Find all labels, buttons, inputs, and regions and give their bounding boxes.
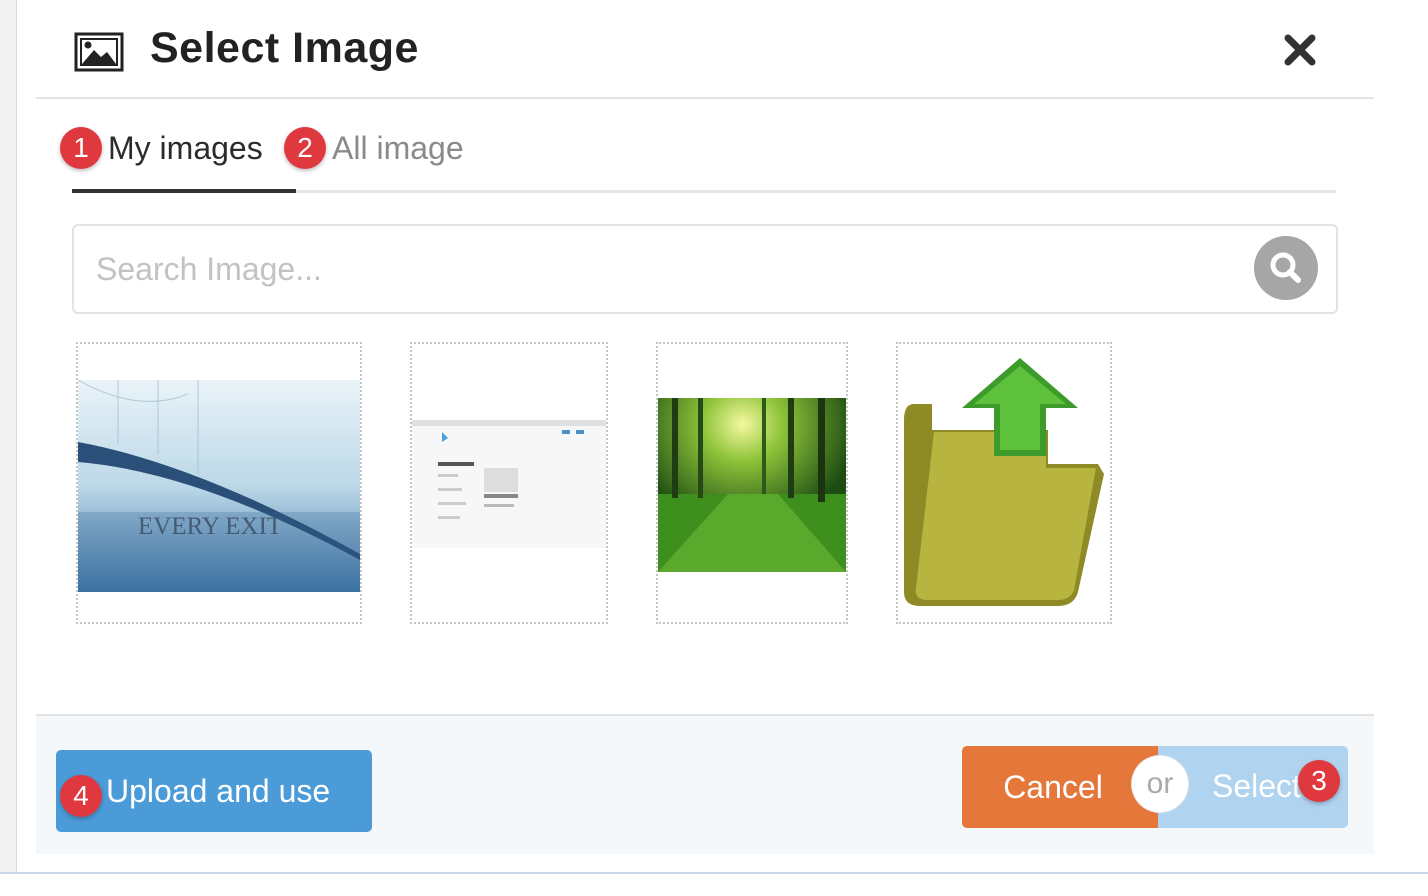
tab-bar: 1 My images 2 All image: [60, 110, 1336, 193]
select-badge: 3: [1298, 760, 1340, 802]
tab-label: My images: [108, 129, 263, 166]
tab-badge: 1: [60, 127, 102, 169]
webpage-screenshot: [412, 420, 606, 548]
image-thumb-bridge[interactable]: EVERY EXIT: [76, 342, 362, 624]
or-separator: or: [1132, 756, 1188, 812]
bridge-photo: EVERY EXIT: [78, 379, 360, 592]
tab-my-images[interactable]: 1 My images: [60, 118, 263, 178]
tab-all-image[interactable]: 2 All image: [284, 118, 464, 178]
dialog-footer: 4 Upload and use Cancel Select 3 or: [36, 714, 1374, 854]
select-label: Select: [1212, 768, 1301, 804]
search-box: [72, 224, 1338, 314]
upload-and-use-button[interactable]: 4 Upload and use: [56, 750, 372, 832]
image-icon: [74, 32, 124, 72]
search-button[interactable]: [1254, 236, 1318, 300]
upload-badge: 4: [60, 775, 102, 817]
active-tab-indicator: [72, 189, 296, 193]
image-thumb-folder[interactable]: [896, 342, 1112, 624]
upload-label: Upload and use: [106, 772, 331, 809]
cancel-button[interactable]: Cancel: [962, 746, 1158, 828]
dialog-header: Select Image: [36, 0, 1374, 99]
select-image-dialog: Select Image 1 My images 2 All image Sea…: [36, 0, 1374, 870]
image-thumb-webpage[interactable]: [410, 342, 608, 624]
bottom-border: [0, 872, 1428, 896]
dialog-title: Select Image: [150, 24, 419, 72]
forest-photo: [658, 398, 846, 572]
cancel-label: Cancel: [1003, 768, 1103, 805]
image-thumb-forest[interactable]: [656, 342, 848, 624]
close-icon[interactable]: [1280, 30, 1320, 70]
search-input[interactable]: [94, 238, 1238, 300]
search-icon: [1270, 252, 1301, 283]
folder-upload-icon: [904, 358, 1104, 606]
tab-badge: 2: [284, 127, 326, 169]
background-panel: [0, 0, 17, 896]
tab-label: All image: [332, 129, 464, 166]
